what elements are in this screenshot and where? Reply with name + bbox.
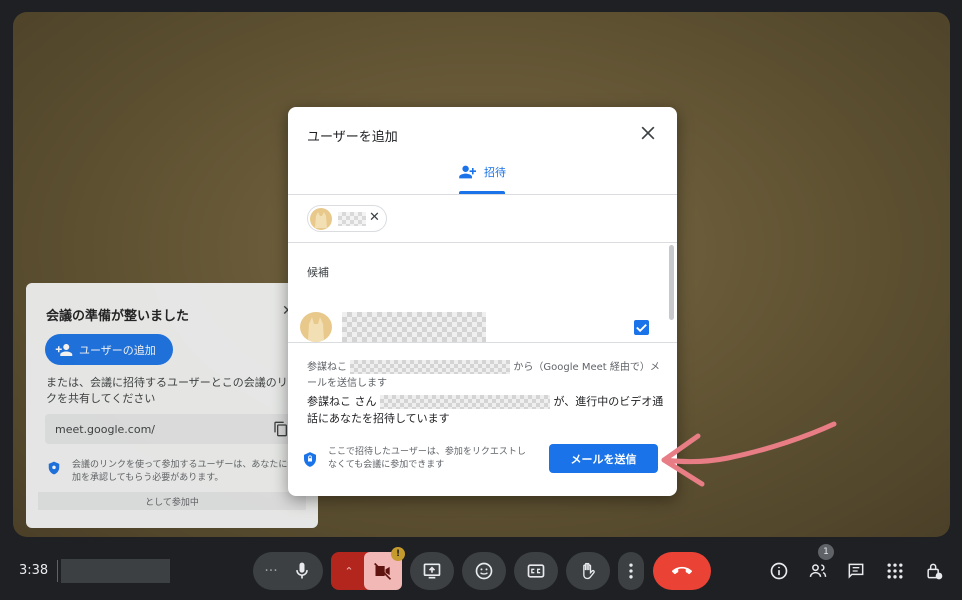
microphone-icon[interactable]	[292, 561, 312, 581]
emoji-icon	[475, 562, 493, 580]
avatar	[300, 312, 332, 342]
redacted-candidate	[342, 312, 486, 342]
sender-name: 参謀ねこ	[307, 362, 347, 373]
redacted-email	[380, 395, 550, 409]
ready-panel-note: 会議のリンクを使って参加するユーザーは、あなたに参加を承認してもらう必要がありま…	[72, 460, 297, 483]
meeting-time: 3:38	[19, 563, 49, 578]
shield-icon	[304, 452, 316, 467]
redacted-meeting-name	[61, 559, 170, 583]
sender-message: 参謀ねこ から（Google Meet 経由で）メールを送信します	[307, 360, 667, 392]
participants-count-badge: 1	[818, 544, 834, 560]
chat-icon[interactable]	[846, 561, 866, 581]
selected-user-chip[interactable]: ✕	[307, 205, 387, 232]
ready-panel-title: 会議の準備が整いました	[46, 309, 190, 324]
divider	[288, 194, 677, 195]
captions-button[interactable]	[514, 552, 558, 590]
meeting-ready-panel: 会議の準備が整いました ✕ ユーザーの追加 または、会議に招待するユーザーとこの…	[26, 283, 318, 528]
dialog-title: ユーザーを追加	[307, 130, 398, 145]
close-icon[interactable]	[638, 123, 658, 143]
info-icon[interactable]	[769, 561, 789, 581]
reactions-button[interactable]	[462, 552, 506, 590]
add-user-label: ユーザーの追加	[79, 343, 156, 357]
meeting-link: meet.google.com/	[45, 414, 300, 444]
cat-avatar-icon	[315, 212, 327, 228]
end-call-button[interactable]	[653, 552, 711, 590]
joined-as-label: として参加中	[38, 492, 306, 510]
add-user-button[interactable]: ユーザーの追加	[45, 334, 173, 365]
raise-hand-button[interactable]	[566, 552, 610, 590]
present-screen-icon	[423, 563, 441, 579]
copy-icon[interactable]	[273, 420, 289, 438]
annotation-arrow-icon	[661, 421, 837, 487]
tab-invite[interactable]: 招待	[458, 164, 506, 180]
host-controls-lock-icon[interactable]	[924, 561, 944, 581]
warning-badge: !	[391, 547, 405, 561]
redacted-name	[338, 212, 366, 226]
divider	[288, 242, 677, 243]
add-people-dialog: ユーザーを追加 招待 ✕ 候補 参謀ねこ から（Google Meet 経由で）…	[288, 107, 677, 496]
redacted-email	[350, 360, 511, 374]
chevron-up-icon[interactable]: ⌃	[344, 565, 353, 578]
inviter-name: 参謀ねこ さん	[307, 395, 377, 408]
send-email-button[interactable]: メールを送信	[549, 444, 658, 473]
people-icon[interactable]	[808, 561, 828, 581]
suggestions-label: 候補	[307, 266, 329, 279]
candidate-checkbox[interactable]	[634, 320, 649, 335]
invite-preview: 参謀ねこ さん が、進行中のビデオ通話にあなたを招待しています	[307, 393, 667, 427]
activities-icon[interactable]	[885, 561, 905, 581]
divider	[288, 342, 677, 343]
cat-avatar-icon	[308, 317, 324, 342]
tab-invite-label: 招待	[484, 166, 506, 179]
remove-chip-icon[interactable]: ✕	[369, 210, 380, 225]
present-screen-button[interactable]	[410, 552, 454, 590]
more-options-icon[interactable]: ···	[264, 563, 277, 579]
more-options-button[interactable]	[618, 552, 644, 590]
ready-panel-description: または、会議に招待するユーザーとこの会議のリンクを共有してください	[46, 376, 299, 405]
avatar	[310, 208, 332, 230]
more-vert-icon	[629, 563, 633, 579]
hand-icon	[583, 562, 595, 580]
camera-off-icon	[374, 562, 392, 580]
scrollbar[interactable]	[669, 245, 674, 320]
person-add-icon	[459, 165, 476, 179]
hang-up-icon	[672, 566, 692, 575]
person-add-icon	[55, 343, 73, 356]
microphone-control[interactable]: ···	[253, 552, 323, 590]
security-note: ここで招待したユーザーは、参加をリクエストしなくても会議に参加できます	[328, 447, 526, 470]
divider	[57, 560, 58, 582]
shield-icon	[48, 461, 60, 475]
captions-icon	[527, 564, 545, 578]
